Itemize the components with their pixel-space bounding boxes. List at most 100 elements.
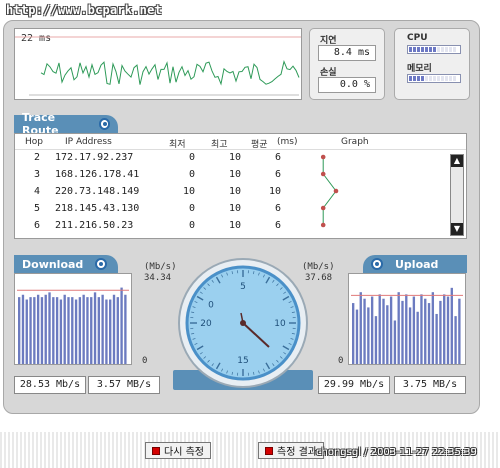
- speed-bar: [18, 297, 21, 364]
- latency-graph: 22 ms: [14, 28, 302, 100]
- delay-value: 8.4 ms: [318, 45, 376, 61]
- gauge-tick-label: 20: [200, 319, 212, 329]
- speed-bar: [109, 299, 112, 364]
- speed-bar: [48, 292, 51, 364]
- cell-min: 0: [188, 169, 195, 180]
- speed-bar: [435, 313, 438, 364]
- speed-bar: [439, 300, 442, 364]
- speed-bar: [90, 297, 93, 364]
- cell-max: 10: [228, 152, 241, 163]
- trace-route-tab[interactable]: Trace Route: [14, 111, 118, 137]
- cell-ip: 211.216.50.23: [55, 220, 134, 231]
- loss-value: 0.0 %: [318, 77, 376, 93]
- speed-bar: [82, 294, 85, 364]
- cpu-meter: [407, 45, 461, 54]
- download-speed-mbps: 28.53 Mb/s: [14, 376, 86, 394]
- speed-bar: [420, 294, 423, 364]
- speed-bar: [408, 307, 412, 364]
- speed-bar: [416, 311, 419, 364]
- upload-circle-icon[interactable]: [371, 258, 383, 270]
- cell-hop: 5: [33, 203, 41, 214]
- speed-bar: [124, 294, 127, 364]
- speed-bar: [105, 299, 108, 364]
- trace-scrollbar[interactable]: ▲ ▼: [450, 154, 464, 236]
- trace-header-row: Hop IP Address 최저 최고 평균 (ms) Graph: [15, 134, 466, 150]
- gauge-dial: 0 5 10 15 20: [178, 258, 308, 388]
- cell-ip: 168.126.178.41: [55, 169, 140, 180]
- latency-stats: 지연 8.4 ms 손실 0.0 %: [309, 28, 385, 100]
- speed-bar: [116, 297, 119, 364]
- upload-chart: [348, 273, 466, 365]
- speed-bar: [431, 292, 435, 364]
- speed-bar: [424, 298, 427, 364]
- download-tab: Download: [14, 255, 118, 273]
- speed-bar: [397, 292, 400, 364]
- trace-route-table: Hop IP Address 최저 최고 평균 (ms) Graph 2 172.…: [14, 133, 467, 239]
- speed-bar: [52, 297, 55, 364]
- speed-bar: [393, 320, 397, 364]
- speed-bar: [405, 294, 408, 364]
- cell-max: 10: [228, 169, 241, 180]
- speed-bar: [67, 297, 70, 364]
- header-ip: IP Address: [65, 137, 112, 147]
- download-chart: [14, 273, 132, 365]
- retry-button[interactable]: 다시 측정: [145, 442, 211, 459]
- speed-bar: [25, 299, 28, 364]
- footer-stamp: chongsgl / 2003-11-27 22:35:39: [316, 447, 477, 458]
- cell-min: 0: [188, 220, 195, 231]
- speed-bar: [458, 298, 461, 364]
- download-title: Download: [22, 257, 84, 271]
- upload-tab: Upload: [363, 255, 467, 273]
- hop-point-2: [320, 154, 326, 160]
- speed-bar: [74, 299, 78, 364]
- hop-point-3: [320, 171, 326, 177]
- speed-bar: [427, 303, 431, 364]
- speed-bar: [401, 300, 404, 364]
- stop-square-icon: [152, 446, 160, 455]
- download-bars: [17, 287, 129, 364]
- speed-bar: [33, 297, 36, 364]
- speed-bar: [367, 307, 370, 364]
- speed-bar: [78, 297, 82, 364]
- speed-bar: [386, 305, 389, 364]
- speed-bar: [359, 292, 362, 364]
- speed-bar: [112, 294, 116, 364]
- speed-bar: [443, 294, 446, 364]
- header-graph: Graph: [341, 137, 369, 147]
- speed-bar: [40, 297, 44, 364]
- cell-hop: 6: [33, 220, 41, 231]
- upload-min: 0: [338, 356, 344, 366]
- cell-ip: 220.73.148.149: [55, 186, 140, 197]
- stop-square-icon: [265, 446, 273, 455]
- header-max: 최고: [211, 140, 228, 150]
- cell-min: 10: [182, 186, 195, 197]
- result-button[interactable]: 측정 결과: [258, 442, 324, 459]
- upload-title: Upload: [395, 257, 439, 271]
- watermark: http://www.bcpark.net: [6, 3, 162, 17]
- speed-bar: [454, 316, 457, 364]
- speed-bar: [355, 309, 359, 364]
- cell-min: 0: [188, 203, 195, 214]
- speed-bar: [29, 297, 32, 364]
- speed-bar: [450, 287, 453, 364]
- scroll-down-icon[interactable]: ▼: [451, 223, 463, 235]
- speed-bar: [352, 303, 355, 364]
- gauge-tick-label: 15: [237, 356, 248, 366]
- gauge-hub: [240, 320, 246, 326]
- speed-bar: [44, 294, 47, 364]
- refresh-circle-icon[interactable]: [98, 118, 110, 130]
- speed-bar: [36, 294, 40, 364]
- cpu-label: CPU: [407, 33, 428, 43]
- header-hop: Hop: [25, 137, 43, 147]
- cell-hop: 2: [33, 152, 41, 163]
- download-circle-icon[interactable]: [95, 258, 108, 270]
- scroll-up-icon[interactable]: ▲: [451, 155, 463, 167]
- speed-bar: [412, 296, 416, 364]
- download-min: 0: [142, 356, 148, 366]
- upload-speed-MBps: 3.75 MB/s: [394, 376, 466, 394]
- upload-bars: [351, 287, 463, 364]
- gauge-tick-label: 10: [274, 319, 286, 329]
- header-unit: (ms): [277, 137, 298, 147]
- speed-bar: [101, 294, 104, 364]
- retry-label: 다시 측정: [164, 447, 204, 458]
